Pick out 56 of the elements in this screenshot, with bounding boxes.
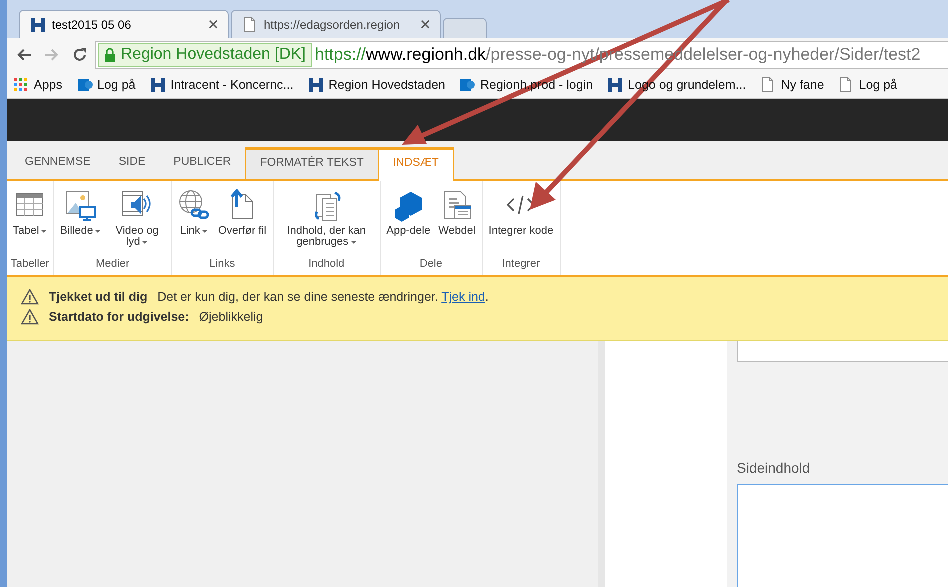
ribbon-button[interactable]: Indhold, der kan genbruges [276, 187, 377, 254]
status-message: Øjeblikkelig [199, 310, 264, 324]
ribbon-tab[interactable]: GENNEMSE [11, 147, 105, 179]
ribbon-button[interactable]: Link [175, 187, 214, 254]
site-identity-badge: Region Hovedstaden [DK] [98, 43, 312, 67]
ribbon-button[interactable]: Webdel [436, 187, 479, 254]
image-icon [64, 189, 97, 223]
apps-icon [13, 77, 29, 93]
content-editor[interactable] [737, 484, 948, 587]
page-icon [838, 77, 854, 93]
reload-icon [72, 47, 88, 63]
group-label: Dele [418, 257, 444, 272]
forward-icon [44, 47, 60, 63]
group-label: Tabeller [10, 257, 50, 272]
group-label: Indhold [308, 257, 346, 272]
status-message: Det er kun dig, der kan se dine seneste ændringer. Tjek ind. [158, 290, 489, 304]
lock-icon [104, 48, 116, 62]
ribbon-tab[interactable]: FORMATÉR TEKST [245, 147, 378, 179]
close-icon [209, 20, 218, 29]
ribbon-button[interactable]: Billede [57, 187, 104, 254]
group-label: Links [208, 257, 236, 272]
bookmark[interactable]: Intracent - Koncernc... [150, 77, 294, 93]
bookmark[interactable]: Region Hovedstaden [308, 77, 446, 93]
page-icon [242, 16, 258, 32]
field-label: Sideindhold [737, 460, 812, 476]
text-field[interactable] [737, 341, 948, 362]
new-tab-button[interactable] [443, 18, 487, 38]
bookmark[interactable]: Log på [838, 77, 898, 93]
bookmark[interactable]: Log på [76, 77, 136, 93]
back-icon [16, 47, 32, 63]
group-label: Integrer [501, 257, 542, 272]
logo-icon [607, 77, 624, 93]
bookmark[interactable]: Apps [13, 77, 62, 93]
ribbon-button[interactable]: App-dele [384, 187, 434, 254]
warning-icon [21, 309, 39, 325]
status-title: Startdato for udgivelse: [49, 310, 190, 324]
sharepoint-icon [459, 77, 476, 93]
ribbon-button[interactable]: Video og lyd [106, 187, 168, 254]
browser-tab[interactable]: test2015 05 06 [19, 10, 229, 38]
logo-icon [30, 16, 46, 32]
check-in-link[interactable]: Tjek ind [442, 290, 486, 304]
ribbon-button[interactable]: Overfør fil [215, 187, 270, 254]
sharepoint-icon [76, 77, 92, 93]
logo-icon [150, 77, 166, 93]
ribbon-tab[interactable]: SIDE [104, 147, 160, 179]
ribbon-button[interactable]: Tabel [10, 187, 50, 254]
group-label: Medier [95, 257, 131, 272]
logo-icon [308, 77, 324, 93]
close-icon [421, 20, 430, 29]
cubes-icon [392, 189, 425, 223]
warning-icon [21, 289, 39, 305]
ribbon-tab[interactable]: PUBLICER [160, 147, 246, 179]
page-icon [760, 77, 776, 93]
browser-tab[interactable]: https://edagsorden.region [231, 10, 441, 38]
status-title: Tjekket ud til dig [49, 290, 148, 304]
bookmark[interactable]: Ny fane [760, 77, 824, 93]
